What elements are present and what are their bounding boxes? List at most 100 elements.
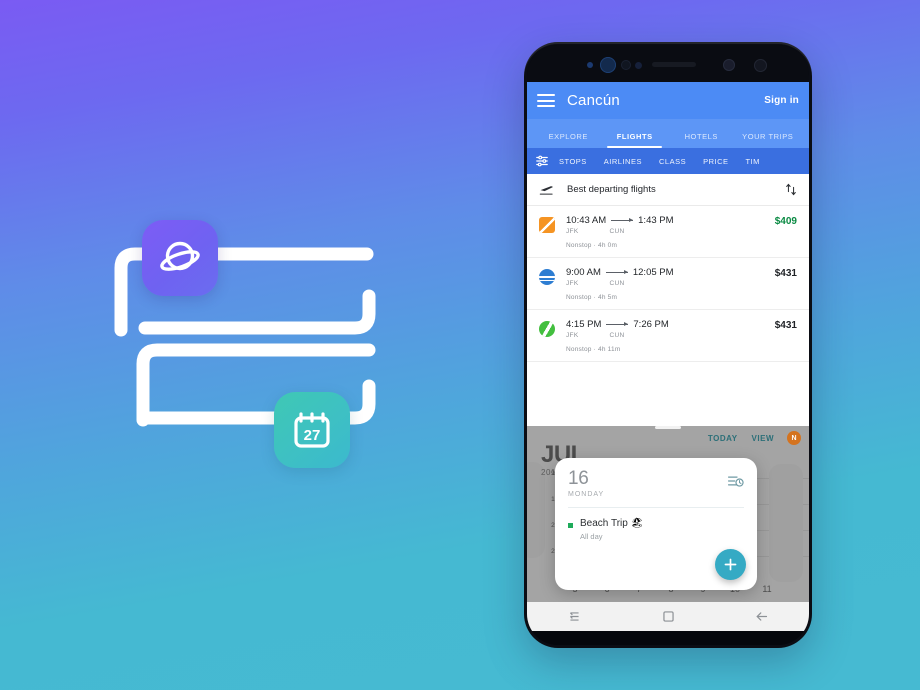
meta-separator: ·: [593, 346, 597, 353]
filter-bar: STOPS AIRLINES CLASS PRICE TIM: [527, 148, 809, 174]
depart-time: 10:43 AM: [566, 215, 607, 226]
arrow-icon: [606, 322, 629, 326]
section-title: Best departing flights: [567, 184, 656, 195]
system-navigation-bar: [527, 602, 809, 631]
destination-code: CUN: [609, 332, 625, 339]
flight-row[interactable]: 4:15 PM 7:26 PM JFK CUN Nonstop · 4h 11m…: [527, 310, 809, 362]
hour-label: 1: [551, 496, 555, 503]
led-indicator-icon: [723, 59, 735, 71]
agenda-clock-icon[interactable]: [727, 474, 744, 488]
flights-app-window: Cancún Sign in EXPLORE FLIGHTS HOTELS YO…: [527, 82, 809, 426]
flight-airports: JFK CUN: [566, 332, 767, 339]
iris-scanner-icon: [600, 57, 616, 73]
flight-airports: JFK CUN: [566, 228, 767, 235]
flight-takeoff-icon: [539, 185, 553, 195]
arrive-time: 7:26 PM: [633, 319, 669, 330]
calendar-day-number: 27: [304, 427, 321, 444]
flight-times: 9:00 AM 12:05 PM: [566, 267, 767, 278]
stops-label: Nonstop: [566, 294, 592, 301]
flight-row[interactable]: 10:43 AM 1:43 PM JFK CUN Nonstop · 4h 0m…: [527, 206, 809, 258]
plus-icon: [724, 558, 737, 571]
meta-separator: ·: [593, 242, 597, 249]
hamburger-icon[interactable]: [537, 94, 555, 107]
flight-airports: JFK CUN: [566, 280, 767, 287]
today-button[interactable]: TODAY: [708, 434, 738, 443]
destination-code: CUN: [609, 280, 625, 287]
phone-bottom-bezel: [527, 631, 809, 645]
home-button[interactable]: [621, 610, 715, 623]
flights-tabs: EXPLORE FLIGHTS HOTELS YOUR TRIPS: [527, 119, 809, 148]
depart-time: 9:00 AM: [566, 267, 601, 278]
beach-emoji-icon: 🏖: [630, 518, 644, 529]
tab-explore[interactable]: EXPLORE: [535, 132, 602, 148]
airline-logo-green-circle: [539, 321, 555, 337]
calendar-actions: TODAY VIEW N: [694, 431, 801, 445]
avatar[interactable]: N: [787, 431, 801, 445]
arrive-time: 1:43 PM: [638, 215, 674, 226]
filter-chip-airlines[interactable]: AIRLINES: [604, 157, 642, 166]
day-number[interactable]: 11: [751, 584, 783, 594]
phone-screen-frame: Cancún Sign in EXPLORE FLIGHTS HOTELS YO…: [527, 45, 809, 645]
recents-button[interactable]: [527, 610, 621, 623]
flight-meta: Nonstop · 4h 0m: [566, 242, 767, 249]
tab-your-trips[interactable]: YOUR TRIPS: [735, 132, 802, 148]
section-header: Best departing flights: [527, 174, 809, 206]
earpiece-speaker: [652, 62, 696, 67]
view-button[interactable]: VIEW: [752, 434, 774, 443]
airline-logo-orange-square: [539, 217, 555, 233]
filter-chip-times[interactable]: TIM: [746, 157, 760, 166]
event-time: All day: [580, 532, 603, 541]
calendar-hour-column: 9 1 2 2: [539, 470, 555, 574]
flight-details: 9:00 AM 12:05 PM JFK CUN Nonstop · 4h 5m: [566, 267, 767, 301]
back-button[interactable]: [715, 610, 809, 623]
airline-logo-blue-circle: [539, 269, 555, 285]
samsung-internet-tile[interactable]: [142, 220, 218, 296]
recents-icon: [569, 612, 579, 621]
filter-chip-stops[interactable]: STOPS: [559, 157, 587, 166]
calendar-tile[interactable]: 27: [274, 392, 350, 468]
flight-price: $431: [774, 268, 797, 279]
add-event-fab[interactable]: [715, 549, 746, 580]
origin-code: JFK: [566, 228, 579, 235]
event-detail-card[interactable]: 16 MONDAY Beach Trip 🏖 All day: [555, 458, 757, 590]
event-title: Beach Trip: [580, 518, 628, 529]
calendar-topbar: TODAY VIEW N: [527, 426, 809, 450]
event-text-group: Beach Trip 🏖 All day: [580, 518, 644, 541]
event-list-item[interactable]: Beach Trip 🏖 All day: [555, 508, 757, 541]
flight-times: 10:43 AM 1:43 PM: [566, 215, 767, 226]
sort-arrows-icon[interactable]: [785, 183, 797, 196]
stops-label: Nonstop: [566, 346, 592, 353]
phone-top-bezel: [527, 45, 809, 82]
split-screen-handle[interactable]: [655, 426, 681, 429]
event-day-number: 16: [568, 468, 589, 489]
sensor-icon: [587, 62, 593, 68]
flight-meta: Nonstop · 4h 11m: [566, 346, 767, 353]
phone-device: Cancún Sign in EXPLORE FLIGHTS HOTELS YO…: [524, 42, 812, 648]
arrow-icon: [605, 270, 628, 274]
flight-price: $431: [774, 320, 797, 331]
flight-meta: Nonstop · 4h 5m: [566, 294, 767, 301]
routing-path-illustration: 27: [105, 210, 405, 475]
light-sensor-icon: [635, 62, 642, 69]
flights-appbar: Cancún Sign in: [527, 82, 809, 119]
filter-chip-price[interactable]: PRICE: [703, 157, 728, 166]
event-card-header: 16 MONDAY: [555, 458, 757, 498]
tune-icon[interactable]: [535, 154, 549, 168]
sign-in-button[interactable]: Sign in: [764, 95, 799, 106]
calendar-icon: 27: [294, 412, 330, 448]
tab-hotels[interactable]: HOTELS: [668, 132, 735, 148]
origin-code: JFK: [566, 332, 579, 339]
event-weekday: MONDAY: [568, 491, 605, 498]
meta-separator: ·: [593, 294, 597, 301]
flight-row[interactable]: 9:00 AM 12:05 PM JFK CUN Nonstop · 4h 5m…: [527, 258, 809, 310]
tab-flights[interactable]: FLIGHTS: [602, 132, 669, 148]
flight-details: 4:15 PM 7:26 PM JFK CUN Nonstop · 4h 11m: [566, 319, 767, 353]
planet-browser-icon: [160, 241, 200, 271]
arrow-icon: [611, 218, 634, 222]
origin-code: JFK: [566, 280, 579, 287]
filter-chip-class[interactable]: CLASS: [659, 157, 686, 166]
event-date-group: 16 MONDAY: [568, 469, 604, 498]
duration-label: 4h 11m: [598, 346, 621, 353]
hour-label: 9: [551, 470, 555, 477]
home-icon: [662, 611, 674, 622]
